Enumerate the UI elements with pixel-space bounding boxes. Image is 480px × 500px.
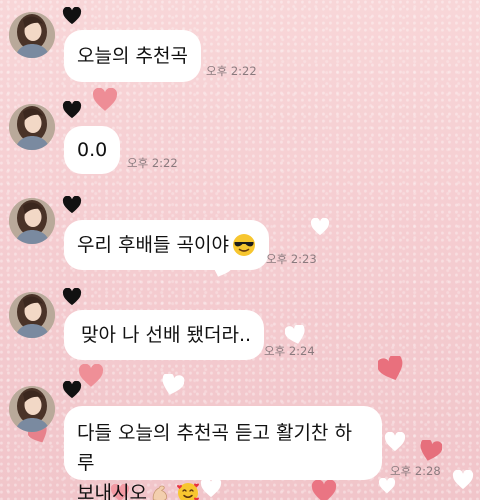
message-timestamp: 오후 2:23 [266,252,317,266]
white-heart-icon [378,478,396,494]
message-text-line2: 보내시오 [77,482,147,500]
pink-heart-icon [378,356,403,381]
white-heart-icon [162,374,184,395]
message-bubble[interactable]: 0.0 [64,126,121,174]
message-timestamp: 오후 2:24 [264,344,315,358]
sunglasses-emoji-icon [232,234,255,256]
sender-avatar[interactable] [9,12,55,58]
message-bubble[interactable]: 오늘의 추천곡 [64,30,201,82]
sender-avatar[interactable] [9,104,55,150]
message-text: 맞아 나 선배 됐더라.. [81,324,252,346]
white-heart-icon [310,218,330,236]
black-heart-icon [62,7,82,25]
message-timestamp: 오후 2:22 [206,64,257,78]
message-text-line1: 다들 오늘의 추천곡 듣고 활기찬 하루 [77,422,352,474]
white-heart-icon [384,432,406,452]
white-heart-icon [200,478,222,498]
sender-avatar[interactable] [9,292,55,338]
white-heart-icon [285,325,305,344]
flexed-biceps-emoji-icon [152,485,168,500]
black-heart-icon [62,196,82,214]
message-timestamp: 오후 2:28 [390,464,441,478]
message-bubble[interactable]: 다들 오늘의 추천곡 듣고 활기찬 하루 보내시오 [64,406,382,500]
pink-heart-icon [311,480,337,500]
message-text: 0.0 [77,139,108,161]
message-bubble[interactable]: 맞아 나 선배 됐더라.. [64,310,265,360]
black-heart-icon [62,101,82,119]
message-bubble[interactable]: 우리 후배들 곡이야 [64,220,269,270]
pink-heart-icon [420,440,442,461]
sender-avatar[interactable] [9,198,55,244]
message-timestamp: 오후 2:22 [127,156,178,170]
message-text: 우리 후배들 곡이야 [77,234,229,256]
black-heart-icon [62,381,82,399]
black-heart-icon [62,288,82,306]
message-text: 오늘의 추천곡 [77,45,188,67]
pink-heart-icon [92,88,118,111]
white-heart-icon [452,470,474,490]
sender-avatar[interactable] [9,386,55,432]
smiling-face-with-hearts-emoji-icon [176,483,199,500]
